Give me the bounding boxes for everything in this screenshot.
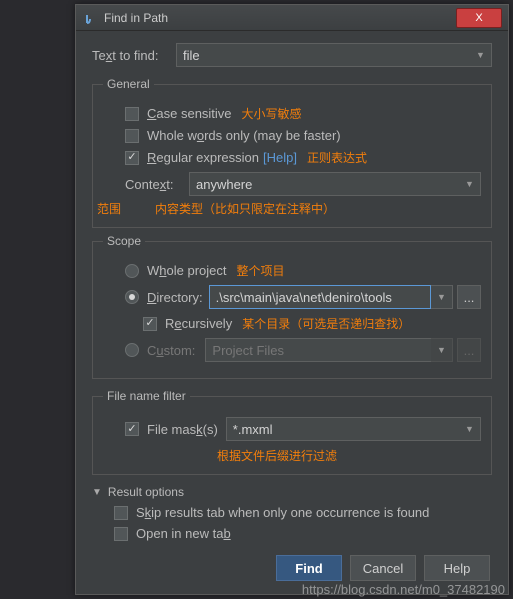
file-filter-legend: File name filter: [103, 389, 190, 403]
chevron-down-icon[interactable]: ▼: [459, 417, 481, 441]
directory-radio[interactable]: [125, 290, 139, 304]
general-group: General Case sensitive 大小写敏感 Whole words…: [92, 77, 492, 228]
whole-words-label: Whole words only (may be faster): [147, 128, 341, 143]
custom-radio[interactable]: [125, 343, 139, 357]
regex-help-link[interactable]: [Help]: [263, 150, 297, 165]
ellipsis-icon: ...: [464, 290, 475, 305]
scope-legend: Scope: [103, 234, 145, 248]
help-button[interactable]: Help: [424, 555, 490, 581]
chevron-down-icon: ▼: [431, 338, 453, 362]
find-in-path-dialog: Find in Path X Text to find: ▼ General C…: [75, 4, 509, 595]
context-label: Context:: [125, 177, 189, 192]
general-legend: General: [103, 77, 154, 91]
custom-input: [205, 338, 431, 362]
skip-tab-label: Skip results tab when only one occurrenc…: [136, 505, 429, 520]
button-bar: Find Cancel Help: [92, 555, 492, 581]
triangle-down-icon: ▼: [92, 487, 102, 498]
file-mask-checkbox[interactable]: [125, 422, 139, 436]
whole-words-checkbox[interactable]: [125, 129, 139, 143]
watermark: https://blog.csdn.net/m0_37482190: [302, 582, 505, 597]
regex-label: Regular expression: [147, 150, 259, 165]
window-title: Find in Path: [104, 11, 456, 25]
file-filter-group: File name filter File mask(s) ▼ 根据文件后缀进行…: [92, 389, 492, 475]
file-mask-input[interactable]: [226, 417, 459, 441]
directory-label: Directory:: [147, 290, 203, 305]
regex-checkbox[interactable]: [125, 151, 139, 165]
file-filter-note: 根据文件后缀进行过滤: [217, 449, 337, 463]
recursively-label: Recursively: [165, 316, 232, 331]
chevron-down-icon[interactable]: ▼: [431, 285, 453, 309]
recursively-note: 某个目录（可选是否递归查找）: [242, 315, 410, 332]
chevron-down-icon[interactable]: ▼: [459, 172, 481, 196]
custom-browse-button: ...: [457, 338, 481, 362]
close-icon: X: [475, 12, 482, 24]
recursively-checkbox[interactable]: [143, 317, 157, 331]
cancel-button[interactable]: Cancel: [350, 555, 416, 581]
custom-combo: ▼: [205, 338, 453, 362]
close-button[interactable]: X: [456, 8, 502, 28]
case-sensitive-checkbox[interactable]: [125, 107, 139, 121]
text-to-find-combo[interactable]: ▼: [176, 43, 492, 67]
titlebar: Find in Path X: [76, 5, 508, 31]
scope-top-note: 范围: [97, 200, 121, 217]
directory-combo[interactable]: ▼: [209, 285, 453, 309]
directory-browse-button[interactable]: ...: [457, 285, 481, 309]
scope-group: Scope Whole project 整个项目 Directory: ▼ ..…: [92, 234, 492, 379]
whole-project-radio[interactable]: [125, 264, 139, 278]
result-options-header[interactable]: ▼ Result options: [92, 485, 492, 499]
case-sensitive-note: 大小写敏感: [242, 105, 302, 122]
ellipsis-icon: ...: [464, 343, 475, 358]
scope-bottom-note: 内容类型（比如只限定在注释中）: [155, 200, 335, 217]
app-icon: [82, 10, 98, 26]
file-mask-label: File mask(s): [147, 422, 218, 437]
text-to-find-input[interactable]: [176, 43, 470, 67]
context-input[interactable]: [189, 172, 459, 196]
open-new-tab-label: Open in new tab: [136, 526, 231, 541]
chevron-down-icon[interactable]: ▼: [470, 43, 492, 67]
text-to-find-label: Text to find:: [92, 48, 176, 63]
whole-project-note: 整个项目: [237, 262, 285, 279]
case-sensitive-label: Case sensitive: [147, 106, 232, 121]
result-options-label: Result options: [108, 485, 184, 499]
custom-label: Custom:: [147, 343, 195, 358]
skip-tab-checkbox[interactable]: [114, 506, 128, 520]
context-combo[interactable]: ▼: [189, 172, 481, 196]
file-mask-combo[interactable]: ▼: [226, 417, 481, 441]
open-new-tab-checkbox[interactable]: [114, 527, 128, 541]
directory-input[interactable]: [209, 285, 431, 309]
whole-project-label: Whole project: [147, 263, 227, 278]
find-button[interactable]: Find: [276, 555, 342, 581]
regex-note: 正则表达式: [307, 149, 367, 166]
